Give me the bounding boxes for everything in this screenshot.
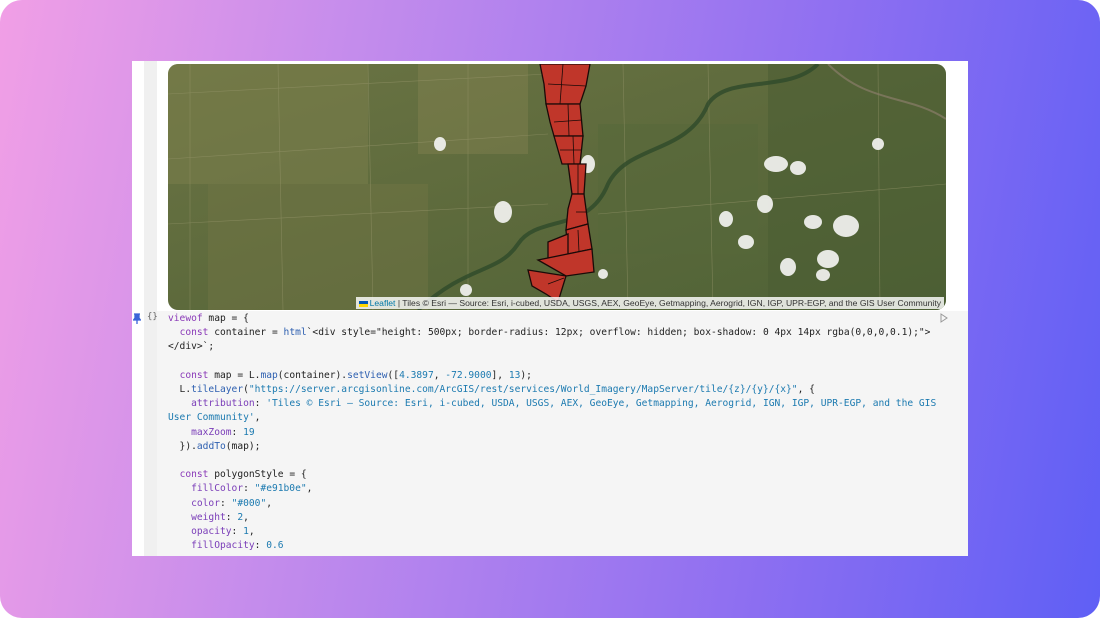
code-token: map = L. bbox=[208, 369, 261, 381]
code-token: opacity bbox=[191, 526, 232, 538]
code-token: html bbox=[283, 327, 307, 339]
code-token: fillOpacity bbox=[191, 540, 255, 552]
code-token: : bbox=[220, 497, 232, 509]
field-patch bbox=[598, 124, 758, 254]
code-token: L. bbox=[168, 384, 192, 396]
map-tiles[interactable] bbox=[168, 64, 946, 310]
code-token: : bbox=[231, 526, 244, 538]
code-token: map = { bbox=[202, 313, 249, 324]
code-token: weight bbox=[191, 511, 226, 523]
code-token: const bbox=[179, 327, 209, 339]
ukraine-flag-icon bbox=[358, 300, 368, 307]
code-token: : bbox=[254, 398, 267, 410]
field-patch bbox=[168, 64, 368, 184]
code-token: : bbox=[225, 511, 238, 523]
cell-gutter bbox=[144, 61, 157, 556]
field-patch bbox=[208, 184, 428, 310]
braces-icon[interactable]: {} bbox=[147, 312, 158, 322]
code-token: , bbox=[248, 526, 255, 538]
code-token: polygonStyle = { bbox=[208, 469, 307, 481]
code-token: color bbox=[191, 497, 220, 509]
code-token: </div>`; bbox=[168, 341, 215, 353]
code-token: ); bbox=[520, 369, 532, 381]
field-patch bbox=[418, 64, 528, 154]
code-token: addTo bbox=[196, 440, 226, 452]
code-token: , bbox=[266, 497, 272, 509]
code-token: , { bbox=[797, 384, 815, 396]
code-token: "#000" bbox=[231, 497, 267, 509]
code-token: 19 bbox=[243, 426, 255, 438]
play-icon[interactable] bbox=[940, 313, 948, 323]
map-attribution: Leaflet | Tiles © Esri — Source: Esri, i… bbox=[355, 297, 944, 309]
code-token: , bbox=[306, 483, 313, 495]
code-editor[interactable]: viewof map = { const container = html`<d… bbox=[168, 312, 936, 553]
code-token: viewof bbox=[168, 313, 203, 324]
leaflet-link[interactable]: Leaflet bbox=[370, 298, 396, 308]
code-token: ([ bbox=[387, 369, 400, 381]
code-token: map bbox=[260, 369, 278, 381]
code-token: const bbox=[179, 469, 209, 481]
code-token: 'Tiles © Esri — Source: Esri, i-cubed, U… bbox=[266, 398, 937, 410]
code-token: , bbox=[433, 369, 446, 381]
field-patch bbox=[768, 64, 946, 310]
code-token: }). bbox=[168, 440, 197, 452]
code-token: maxZoom bbox=[191, 426, 232, 438]
attribution-text: | Tiles © Esri — Source: Esri, i-cubed, … bbox=[397, 298, 941, 308]
code-token: "#e91b0e" bbox=[254, 483, 307, 495]
code-token: : bbox=[254, 540, 267, 552]
satellite-map[interactable]: Leaflet | Tiles © Esri — Source: Esri, i… bbox=[168, 64, 946, 310]
code-token: , bbox=[243, 511, 249, 523]
code-token: const bbox=[179, 369, 209, 381]
code-token: 13 bbox=[508, 369, 521, 381]
code-token: , bbox=[254, 412, 261, 424]
code-token: "https://server.arcgisonline.com/ArcGIS/… bbox=[248, 384, 798, 396]
code-token: -72.9000 bbox=[445, 369, 492, 381]
code-token: User Community' bbox=[168, 412, 255, 424]
code-token: setView bbox=[347, 369, 388, 381]
notebook-frame: Leaflet | Tiles © Esri — Source: Esri, i… bbox=[132, 61, 968, 556]
pin-icon[interactable] bbox=[133, 313, 141, 325]
code-token: 0.6 bbox=[266, 540, 284, 552]
code-token: 4.3897 bbox=[399, 369, 434, 381]
code-token: tileLayer bbox=[191, 384, 244, 396]
code-token: ], bbox=[491, 369, 509, 381]
code-token: (map); bbox=[225, 440, 261, 452]
code-token: container = bbox=[208, 327, 284, 339]
code-token: : bbox=[231, 426, 244, 438]
code-token: fillColor bbox=[191, 483, 244, 495]
code-token: (container). bbox=[277, 369, 348, 381]
code-token: attribution bbox=[191, 398, 255, 410]
code-token: : bbox=[243, 483, 255, 495]
code-token: `<div style="height: 500px; border-radiu… bbox=[306, 327, 931, 339]
